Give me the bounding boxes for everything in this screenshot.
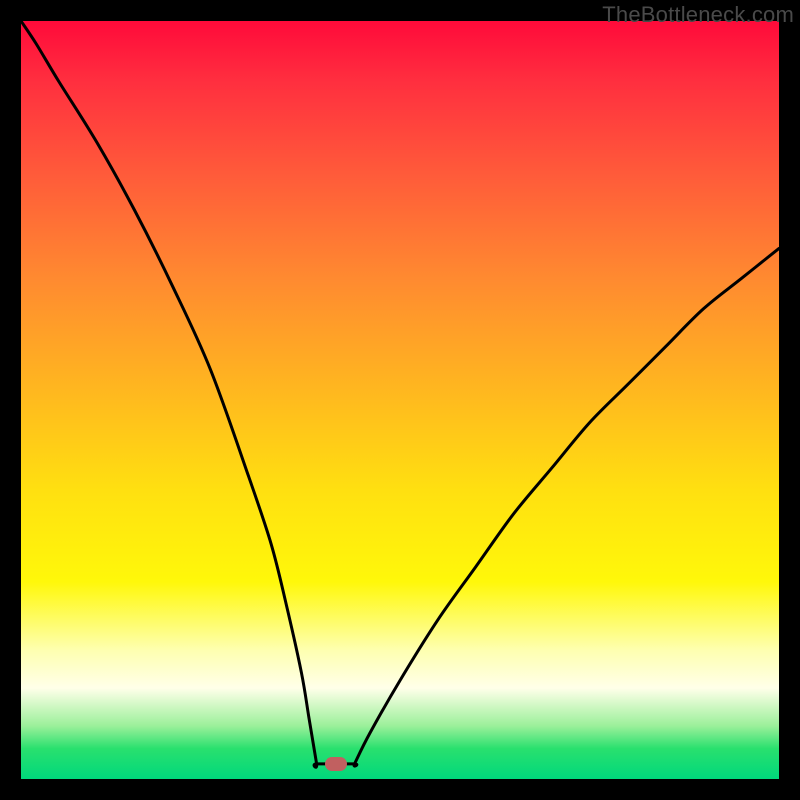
watermark-text: TheBottleneck.com [602, 2, 794, 28]
optimal-point-marker [325, 757, 347, 771]
bottleneck-curve [21, 21, 779, 779]
plot-area [21, 21, 779, 779]
